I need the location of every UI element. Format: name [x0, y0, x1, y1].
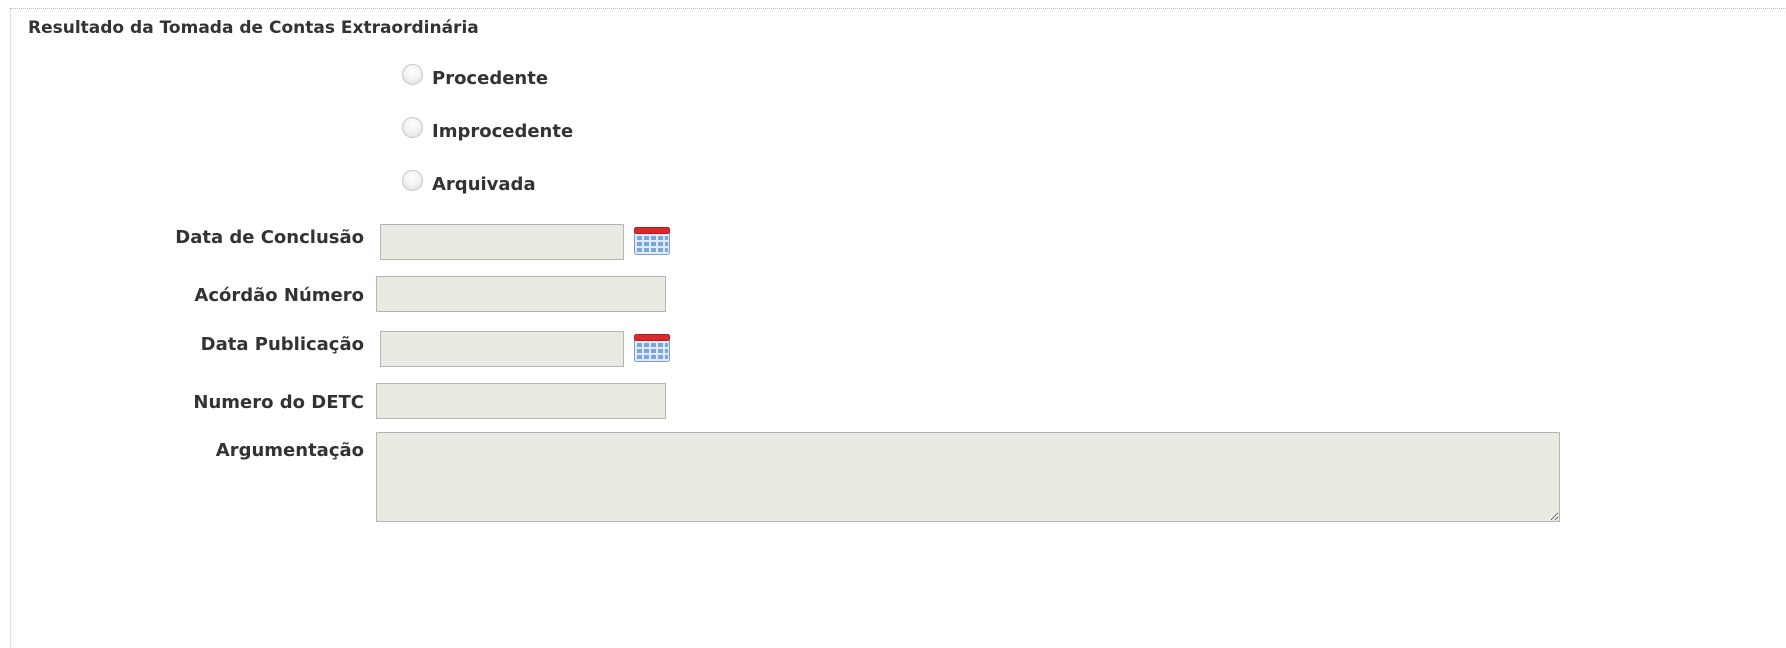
radio-button[interactable] — [402, 116, 423, 138]
acordao-numero-label: Acórdão Número — [194, 285, 364, 306]
data-conclusao-calendar-button[interactable] — [634, 227, 670, 255]
calendar-icon — [634, 334, 670, 362]
section-title: Resultado da Tomada de Contas Extraordin… — [28, 18, 479, 38]
radio-label: Procedente — [432, 67, 549, 89]
radio-improcedente[interactable]: Improcedente — [402, 116, 574, 145]
data-publicacao-label: Data Publicação — [200, 334, 364, 355]
radio-label: Improcedente — [432, 120, 574, 142]
data-publicacao-calendar-button[interactable] — [634, 334, 670, 362]
radio-button[interactable] — [402, 63, 423, 85]
argumentacao-label: Argumentação — [215, 440, 364, 461]
numero-detc-label: Numero do DETC — [193, 392, 364, 413]
radio-button[interactable] — [402, 169, 423, 191]
data-publicacao-input[interactable] — [380, 331, 624, 367]
data-conclusao-label: Data de Conclusão — [175, 227, 364, 248]
acordao-numero-input[interactable] — [376, 276, 666, 312]
numero-detc-input[interactable] — [376, 383, 666, 419]
radio-arquivada[interactable]: Arquivada — [402, 169, 536, 198]
form-panel — [10, 8, 1786, 648]
radio-procedente[interactable]: Procedente — [402, 63, 549, 92]
data-conclusao-input[interactable] — [380, 224, 624, 260]
calendar-icon — [634, 227, 670, 255]
argumentacao-textarea[interactable] — [376, 432, 1560, 522]
radio-label: Arquivada — [432, 173, 536, 195]
